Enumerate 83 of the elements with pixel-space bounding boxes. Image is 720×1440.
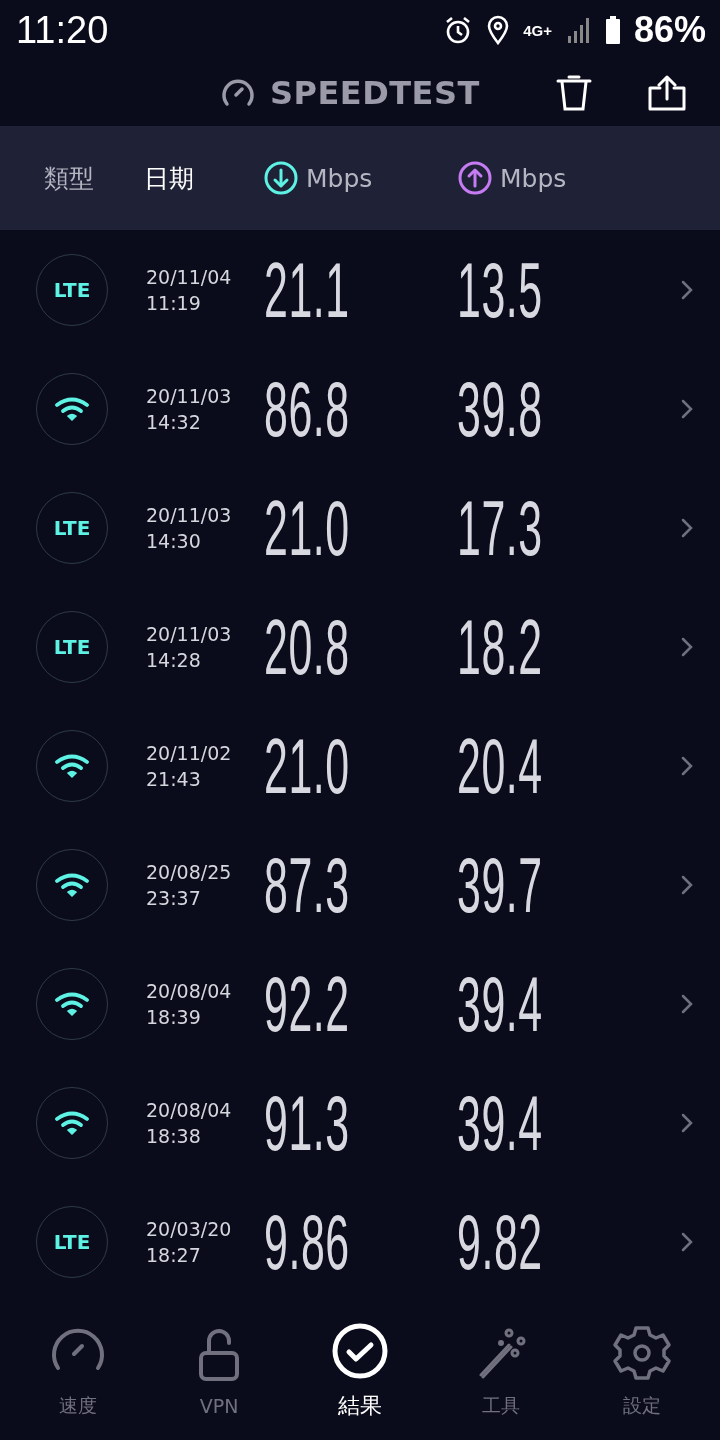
download-speed: 21.0 [264,487,350,568]
result-row[interactable]: 20/11/02 21:43 21.0 20.4 [0,706,720,825]
result-date: 20/08/04 [146,1097,233,1123]
location-icon [487,15,510,45]
chevron-icon [681,993,693,1014]
download-speed: 91.3 [264,1082,350,1163]
connection-type: LTE [53,634,91,659]
signal-icon [565,16,592,44]
download-speed: 87.3 [264,844,350,925]
connection-type: LTE [53,1229,91,1254]
share-icon [648,75,686,111]
download-speed: 92.2 [264,963,350,1044]
upload-speed: 39.8 [457,368,543,449]
wifi-icon [54,395,90,422]
result-date: 20/11/03 [146,383,233,409]
upload-speed: 20.4 [457,725,543,806]
wifi-icon [54,990,90,1017]
result-date: 20/08/04 [146,978,233,1004]
trash-icon [556,74,592,112]
result-date: 20/11/03 [146,621,233,647]
connection-type: LTE [53,515,91,540]
nav-tab[interactable]: VPN [159,1323,280,1418]
download-speed: 86.8 [264,368,350,449]
result-time: 18:27 [146,1242,202,1268]
chevron-icon [681,755,693,776]
battery-icon [605,16,620,44]
wifi-icon [54,1109,90,1136]
download-icon [264,161,298,195]
wifi-icon [54,871,90,898]
chevron-icon [681,398,693,419]
nav-tab[interactable]: 工具 [440,1321,561,1420]
nav-tab[interactable]: 結果 [300,1319,420,1422]
result-date: 20/11/04 [146,264,233,290]
upload-speed: 39.4 [457,1082,543,1163]
result-time: 21:43 [146,766,202,792]
upload-speed: 18.2 [457,606,543,687]
result-row[interactable]: LTE 20/11/03 14:30 21.0 17.3 [0,468,720,587]
result-row[interactable]: 20/11/03 14:32 86.8 39.8 [0,349,720,468]
download-speed: 9.86 [264,1201,350,1282]
result-date: 20/11/03 [146,502,233,528]
upload-speed: 39.4 [457,963,543,1044]
download-speed: 21.1 [264,249,350,330]
result-row[interactable]: LTE 20/11/04 11:19 21.1 13.5 [0,230,720,349]
result-row[interactable]: LTE 20/11/03 14:28 20.8 18.2 [0,587,720,706]
chevron-icon [681,636,693,657]
result-time: 14:30 [146,528,202,554]
result-time: 14:28 [146,647,202,673]
result-row[interactable]: 20/08/04 18:38 91.3 39.4 [0,1063,720,1182]
chevron-icon [681,279,693,300]
result-time: 23:37 [146,885,202,911]
upload-speed: 39.7 [457,844,543,925]
chevron-icon [681,874,693,895]
result-row[interactable]: 20/08/04 18:39 92.2 39.4 [0,944,720,1063]
result-time: 18:39 [146,1004,202,1030]
column-header[interactable]: Mbps [264,161,458,195]
nav-tab[interactable]: 設定 [581,1321,702,1420]
nav-tab[interactable]: 速度 [18,1321,139,1420]
connection-type: LTE [53,277,91,302]
column-header[interactable]: Mbps [458,161,658,195]
download-speed: 20.8 [264,606,350,687]
result-time: 14:32 [146,409,202,435]
wifi-icon [54,752,90,779]
network-type: 4G+ [523,21,552,39]
app-title: SPEEDTEST [270,74,480,112]
battery-percentage: 86% [633,9,706,51]
result-time: 11:19 [146,290,202,316]
result-time: 18:38 [146,1123,202,1149]
chevron-icon [681,1112,693,1133]
result-row[interactable]: LTE 20/03/20 18:27 9.86 9.82 [0,1182,720,1301]
chevron-icon [681,1231,693,1252]
result-date: 20/08/25 [146,859,233,885]
chevron-icon [681,517,693,538]
upload-icon [458,161,492,195]
status-time: 11:20 [16,8,109,52]
column-header[interactable]: 日期 [144,161,264,195]
upload-speed: 9.82 [457,1201,543,1282]
result-date: 20/03/20 [146,1216,233,1242]
upload-speed: 13.5 [457,249,543,330]
download-speed: 21.0 [264,725,350,806]
column-header[interactable]: 類型 [44,161,144,195]
result-row[interactable]: 20/08/25 23:37 87.3 39.7 [0,825,720,944]
result-date: 20/11/02 [146,740,233,766]
upload-speed: 17.3 [457,487,543,568]
